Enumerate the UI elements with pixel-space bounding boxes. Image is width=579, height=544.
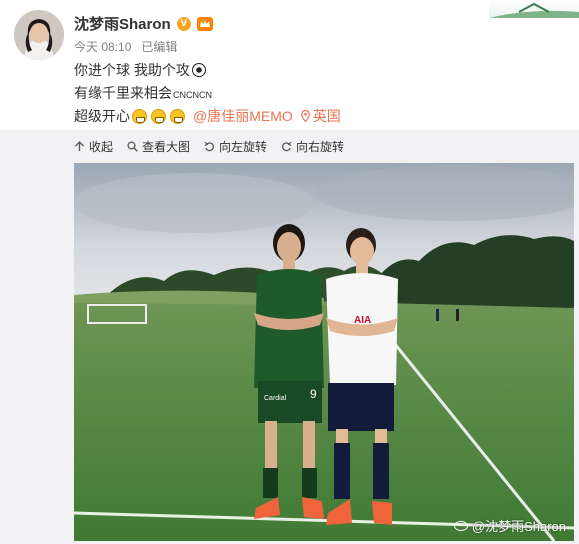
vip-member-icon[interactable]	[196, 16, 213, 31]
collapse-label: 收起	[89, 140, 114, 154]
rotate-left-button[interactable]: 向左旋转	[204, 138, 267, 155]
post-photo[interactable]: 9 Cardial AIA @沈梦雨Sharon	[74, 163, 574, 541]
grin-emoji-icon	[170, 108, 185, 124]
grin-emoji-icon	[132, 108, 147, 124]
rotate-right-label: 向右旋转	[296, 140, 345, 154]
post-text: 你进个球 我助个攻	[74, 62, 190, 78]
grin-emoji-icon	[151, 108, 166, 124]
post-text: 超级开心	[74, 108, 130, 124]
post-text-line2: 有缘千里来相会 CNCNCN	[74, 83, 212, 103]
post-time[interactable]: 今天 08:10	[74, 38, 131, 55]
avatar[interactable]	[14, 10, 64, 60]
location-link[interactable]: 英国	[300, 106, 341, 126]
magnify-icon	[127, 141, 138, 152]
username[interactable]: 沈梦雨Sharon	[74, 13, 171, 34]
jersey-number: 9	[310, 387, 317, 401]
rotate-right-icon	[282, 141, 292, 152]
rotate-right-button[interactable]: 向右旋转	[281, 138, 344, 155]
post-text-line1: 你进个球 我助个攻	[74, 60, 206, 80]
verified-badge-icon[interactable]: V	[176, 16, 191, 31]
post-text: 有缘千里来相会	[74, 85, 172, 101]
location-label: 英国	[312, 108, 341, 124]
weibo-logo-icon	[453, 520, 468, 531]
sponsor-text: AIA	[354, 315, 371, 326]
view-large-button[interactable]: 查看大图	[127, 138, 190, 155]
media-panel: 收起 查看大图 向左旋转 向右旋转 9 Cardial AIA @沈梦雨Shar…	[0, 130, 579, 544]
edited-label[interactable]: 已编辑	[141, 38, 177, 55]
sponsor-text: Cardial	[264, 395, 287, 402]
collapse-icon	[75, 141, 84, 151]
collapse-button[interactable]: 收起	[74, 138, 113, 155]
post-header: 沈梦雨Sharon V 今天 08:10 已编辑 你进个球 我助个攻 有缘千里来…	[0, 0, 579, 130]
post-text-line3: 超级开心 @唐佳丽MEMO 英国	[74, 106, 341, 126]
mention-link[interactable]: @唐佳丽MEMO	[193, 106, 293, 126]
location-pin-icon	[300, 110, 310, 122]
view-large-label: 查看大图	[142, 140, 191, 154]
soccer-ball-icon	[191, 63, 206, 77]
adjacent-thumbnail	[489, 0, 579, 18]
rotate-left-label: 向左旋转	[219, 140, 268, 154]
image-toolbar: 收起 查看大图 向左旋转 向右旋转	[74, 138, 344, 155]
post-text-small: CNCNCN	[173, 90, 212, 100]
photo-watermark: @沈梦雨Sharon	[453, 516, 566, 535]
rotate-left-icon	[204, 141, 215, 152]
